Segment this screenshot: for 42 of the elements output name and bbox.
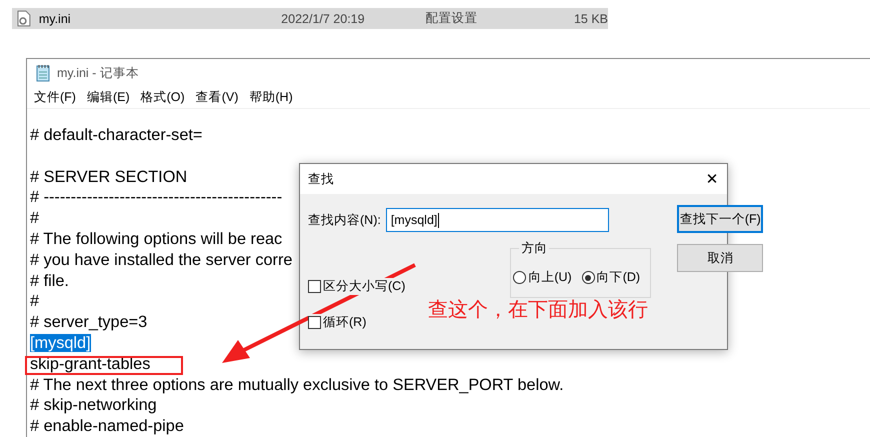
menu-item[interactable]: 文件(F): [34, 89, 76, 106]
find-label: 查找内容(N):: [308, 212, 381, 228]
file-date: 2022/1/7 20:19: [281, 12, 366, 26]
menu-item[interactable]: 查看(V): [196, 89, 238, 106]
selected-text: [mysqld]: [30, 334, 91, 352]
radio-option[interactable]: 向下(D): [582, 269, 640, 286]
find-input-field[interactable]: [mysqld]: [386, 208, 609, 232]
text-line: # default-character-set=: [30, 126, 202, 144]
file-size: 15 KB: [574, 12, 608, 26]
text-line: # server_type=3: [30, 313, 148, 332]
text-line: # The following options will be reac: [30, 230, 282, 248]
file-name: my.ini: [38, 12, 72, 26]
text-line: # you have installed the server corre: [30, 250, 292, 269]
file-row[interactable]: my.ini 2022/1/7 20:19 配置设置 15 KB: [12, 8, 608, 29]
dialog-button[interactable]: 查找下一个(F): [677, 205, 764, 233]
window-title: my.ini - 记事本: [57, 64, 139, 82]
settings-file-icon: [17, 10, 31, 27]
radio-button[interactable]: [513, 271, 526, 284]
text-line: skip-grant-tables: [30, 354, 150, 373]
dialog-title: 查找: [308, 170, 334, 188]
text-line: #: [30, 292, 40, 310]
file-type: 配置设置: [426, 10, 479, 27]
menu-item[interactable]: 帮助(H): [249, 89, 293, 106]
group-title: 方向: [519, 240, 550, 257]
radio-option[interactable]: 向上(U): [513, 269, 572, 286]
checkbox-option[interactable]: 区分大小写(C): [308, 278, 406, 295]
text-line: #: [30, 209, 40, 228]
menu-item[interactable]: 格式(O): [140, 89, 185, 106]
close-button[interactable]: ✕: [697, 164, 727, 194]
text-line: # enable-named-pipe: [30, 417, 184, 436]
radio-button[interactable]: [582, 271, 595, 284]
checkbox[interactable]: [308, 316, 321, 329]
dialog-button[interactable]: 取消: [677, 244, 764, 272]
annotation-text: 查这个，在下面加入该行: [428, 298, 648, 323]
text-line: # --------------------------------------------: [30, 188, 282, 206]
menu-item[interactable]: 编辑(E): [86, 89, 130, 106]
text-line: # SERVER SECTION: [30, 168, 188, 186]
notepad-icon: [35, 64, 51, 82]
text-line: # skip-networking: [30, 396, 157, 414]
checkbox[interactable]: [308, 280, 321, 293]
text-line: # file.: [30, 272, 69, 290]
text-line: # The next three options are mutually exclusive to SERVER_PORT below.: [30, 376, 564, 394]
